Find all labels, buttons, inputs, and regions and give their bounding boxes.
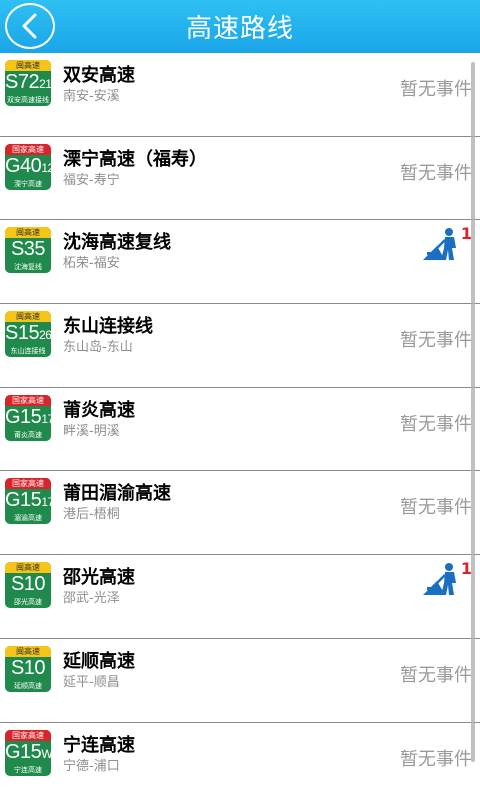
badge-route-name: 湄渝高速	[14, 514, 42, 523]
route-row[interactable]: 国家高速 G1517 莆炎高速 莆炎高速 畔溪-明溪 暂无事件	[0, 387, 480, 472]
route-title: 莆田湄渝高速	[63, 483, 171, 505]
badge-code-sub: 12	[41, 160, 51, 175]
route-title: 溧宁高速（福寿）	[63, 148, 207, 170]
badge-route-code: G1517	[5, 406, 51, 430]
route-row[interactable]: 闽高速 S7221 双安高速接线 双安高速 南安-安溪 暂无事件	[0, 53, 480, 137]
badge-network-label: 国家高速	[5, 729, 51, 741]
route-segment: 宁德-浦口	[63, 758, 120, 774]
route-row[interactable]: 闽高速 S10 延顺高速 延顺高速 延平-顺昌 暂无事件	[0, 638, 480, 723]
route-row[interactable]: 国家高速G15W3宁连高速宁连高速宁德-浦口暂无事件	[0, 722, 480, 800]
highway-badge-icon: 国家高速 G1517 湄渝高速	[5, 478, 51, 525]
badge-network-label: 国家高速	[5, 394, 51, 406]
highway-badge-icon: 闽高速 S10 延顺高速	[5, 645, 51, 692]
app-header: 高速路线	[0, 0, 480, 53]
badge-code-main: S15	[5, 322, 40, 345]
badge-network-label: 闽高速	[5, 227, 51, 239]
highway-badge-icon: 国家高速 G1517 莆炎高速	[5, 394, 51, 441]
highway-badge-icon: 闽高速 S1526 东山连接线	[5, 311, 51, 358]
badge-route-name: 宁连高速	[14, 765, 42, 774]
badge-code-main: G40	[5, 154, 42, 177]
badge-code-main: S35	[10, 238, 46, 261]
event-status: 暂无事件	[400, 664, 472, 686]
route-segment: 畔溪-明溪	[63, 423, 120, 439]
event-status: 暂无事件	[400, 748, 472, 770]
event-status: 暂无事件	[400, 497, 472, 519]
event-status: 暂无事件	[400, 162, 472, 184]
road-work-icon	[422, 228, 456, 261]
event-status: 暂无事件	[400, 413, 472, 435]
route-segment: 东山岛-东山	[63, 340, 133, 356]
route-segment: 柘荣-福安	[63, 256, 120, 272]
route-row[interactable]: 国家高速 G1517 湄渝高速 莆田湄渝高速 港后-梧桐 暂无事件	[0, 471, 480, 556]
route-segment: 港后-梧桐	[63, 507, 120, 523]
badge-code-main: S10	[10, 573, 46, 596]
highway-badge-icon: 国家高速G15W3宁连高速	[5, 729, 51, 776]
badge-route-code: S10	[5, 657, 51, 681]
route-title: 邵光高速	[63, 567, 135, 589]
badge-route-code: G4012	[5, 155, 51, 179]
route-title: 宁连高速	[63, 734, 135, 756]
page-title: 高速路线	[185, 14, 294, 44]
highway-badge-icon: 闽高速 S35 沈海复线	[5, 227, 51, 274]
badge-route-code: S35	[5, 238, 51, 262]
badge-code-sub: 21	[39, 77, 51, 91]
badge-network-label: 闽高速	[5, 562, 51, 574]
highway-badge-icon: 闽高速 S7221 双安高速接线	[5, 60, 51, 106]
badge-code-main: G15	[5, 405, 42, 428]
event-status: 暂无事件	[400, 330, 472, 352]
badge-route-name: 邵光高速	[14, 598, 42, 607]
badge-code-sub: 17	[41, 495, 51, 510]
badge-route-code: G15W3	[5, 741, 51, 765]
highway-badge-icon: 国家高速 G4012 溧宁高速	[5, 143, 51, 190]
event-indicator[interactable]: 1	[421, 559, 472, 597]
route-row[interactable]: 闽高速 S10 邵光高速 邵光高速 邵武-光泽 1	[0, 555, 480, 639]
badge-route-code: G1517	[5, 489, 51, 513]
route-row[interactable]: 闽高速 S35 沈海复线 沈海高速复线柘荣-福安 1	[0, 220, 480, 305]
badge-route-name: 双安高速接线	[7, 96, 49, 104]
route-title: 延顺高速	[63, 650, 135, 672]
route-segment: 邵武-光泽	[63, 591, 120, 607]
event-status: 暂无事件	[400, 79, 472, 100]
badge-network-label: 国家高速	[5, 478, 51, 490]
scrollbar[interactable]	[471, 62, 475, 762]
badge-network-label: 国家高速	[5, 143, 51, 155]
route-list[interactable]: 闽高速 S7221 双安高速接线 双安高速 南安-安溪 暂无事件 国家高速 G4012 溧宁高速…	[0, 53, 480, 800]
badge-code-sub: W3	[41, 746, 51, 761]
route-segment: 南安-安溪	[63, 89, 120, 104]
badge-route-code: S1526	[5, 322, 51, 346]
event-indicator[interactable]: 1	[421, 224, 472, 262]
badge-network-label: 闽高速	[5, 60, 51, 71]
highway-badge-icon: 闽高速 S10 邵光高速	[5, 562, 51, 609]
badge-network-label: 闽高速	[5, 311, 51, 323]
route-segment: 福安-寿宁	[63, 172, 120, 188]
badge-route-name: 莆炎高速	[14, 430, 42, 439]
chevron-left-icon	[22, 13, 37, 39]
badge-route-code: S10	[5, 573, 51, 597]
badge-code-main: S10	[10, 656, 46, 679]
route-title: 东山连接线	[63, 316, 153, 338]
badge-route-name: 延顺高速	[14, 681, 42, 690]
badge-route-name: 溧宁高速	[14, 179, 42, 188]
back-button[interactable]	[5, 3, 55, 49]
route-title: 沈海高速复线	[63, 232, 171, 254]
badge-code-main: S72	[5, 71, 40, 93]
badge-route-code: S7221	[5, 71, 51, 95]
badge-network-label: 闽高速	[5, 645, 51, 657]
route-title: 双安高速	[63, 65, 135, 86]
badge-code-sub: 17	[41, 411, 51, 426]
badge-route-name: 沈海复线	[14, 263, 42, 272]
route-row[interactable]: 闽高速 S1526 东山连接线 东山连接线 东山岛-东山 暂无事件	[0, 304, 480, 388]
badge-code-main: G15	[5, 740, 42, 763]
badge-code-main: G15	[5, 489, 42, 512]
route-title: 莆炎高速	[63, 399, 135, 421]
badge-code-sub: 26	[39, 328, 51, 343]
route-segment: 延平-顺昌	[63, 674, 120, 690]
badge-route-name: 东山连接线	[10, 347, 46, 356]
road-work-icon	[422, 563, 456, 596]
route-row[interactable]: 国家高速 G4012 溧宁高速 溧宁高速（福寿） 福安-寿宁 暂无事件	[0, 136, 480, 221]
